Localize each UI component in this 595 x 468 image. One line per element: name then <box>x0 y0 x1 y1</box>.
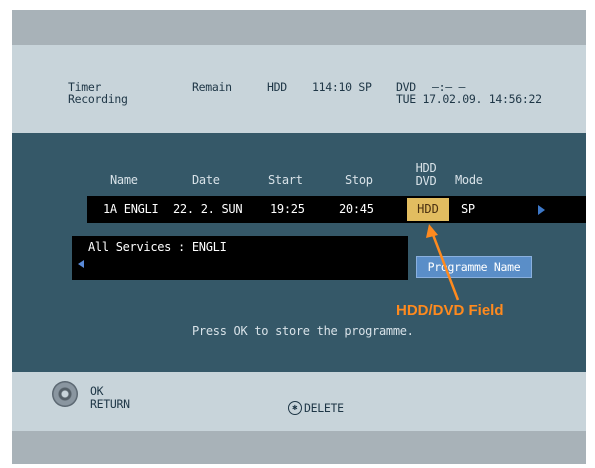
ok-label[interactable]: OK <box>90 385 104 397</box>
bottom-band <box>12 431 586 464</box>
store-message: Press OK to store the programme. <box>192 324 414 338</box>
delete-label[interactable]: DELETE <box>304 402 344 414</box>
callout-arrow-line <box>430 231 460 301</box>
disc-icon <box>52 381 78 407</box>
callout-arrow-head <box>426 224 438 238</box>
tv-screen: Timer Recording Remain HDD 114:10 SP DVD… <box>12 10 586 464</box>
hdd-dvd-annotation: HDD/DVD Field <box>396 302 504 319</box>
footer-bar: OK RETURN ✱ DELETE <box>12 372 586 431</box>
return-label[interactable]: RETURN <box>90 398 130 410</box>
asterisk-delete-icon: ✱ <box>288 401 302 415</box>
